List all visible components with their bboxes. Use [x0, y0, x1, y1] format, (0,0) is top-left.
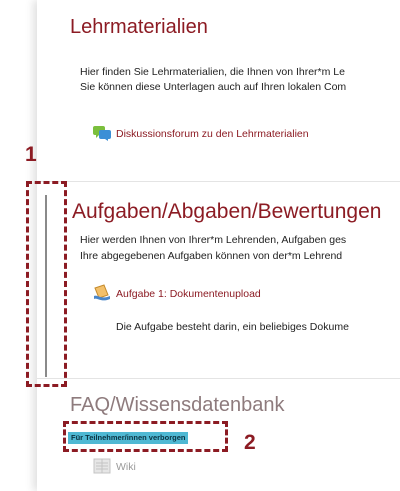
section-summary-line: Hier finden Sie Lehrmaterialien, die Ihn… — [80, 66, 345, 78]
forum-link[interactable]: Diskussionsforum zu den Lehrmaterialien — [116, 128, 309, 140]
annotation-box-1 — [26, 181, 67, 387]
section-title-aufgaben: Aufgaben/Abgaben/Bewertungen — [72, 200, 382, 223]
section-title-lehrmaterialien: Lehrmaterialien — [70, 16, 208, 38]
section-summary-line: Ihre abgegebenen Aufgaben können von der… — [80, 250, 343, 262]
section-title-faq: FAQ/Wissensdatenbank — [70, 394, 285, 416]
forum-icon — [93, 125, 111, 146]
assignment-description: Die Aufgabe besteht darin, ein beliebige… — [116, 321, 349, 333]
assignment-link[interactable]: Aufgabe 1: Dokumentenupload — [116, 288, 261, 300]
section-summary-line: Sie können diese Unterlagen auch auf Ihr… — [80, 81, 347, 93]
annotation-number-2: 2 — [244, 431, 256, 454]
wiki-link[interactable]: Wiki — [116, 461, 136, 473]
section-summary-line: Hier werden Ihnen von Ihrer*m Lehrenden,… — [80, 234, 347, 246]
section-divider — [37, 378, 400, 379]
annotation-number-1: 1 — [25, 143, 37, 166]
assignment-icon — [93, 284, 111, 307]
wiki-icon — [93, 458, 111, 479]
annotation-box-2 — [63, 421, 228, 452]
section-divider — [37, 181, 400, 182]
